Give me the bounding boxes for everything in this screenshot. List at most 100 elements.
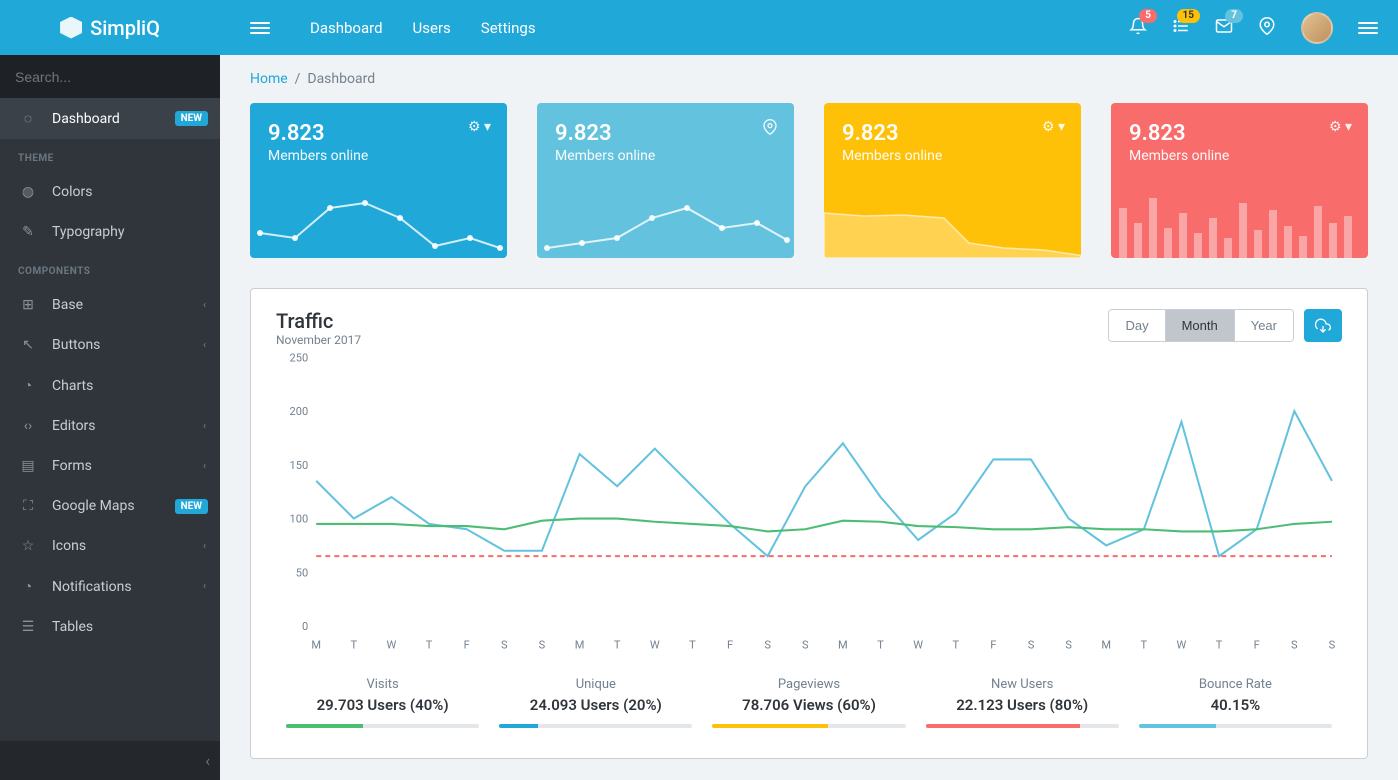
brand-icon	[60, 17, 82, 39]
range-toggle: Day Month Year	[1108, 309, 1294, 342]
range-year[interactable]: Year	[1235, 310, 1293, 341]
sidebar-item-label: Notifications	[52, 579, 132, 595]
mail-badge: 7	[1225, 9, 1243, 23]
gear-icon[interactable]: ⚙ ▾	[468, 119, 491, 135]
svg-text:100: 100	[290, 513, 309, 526]
sidebar-item-typography[interactable]: ✎ Typography	[0, 212, 220, 252]
bell-icon[interactable]: 5	[1129, 17, 1147, 39]
svg-text:M: M	[838, 639, 848, 652]
bell-icon: ◔	[18, 578, 38, 595]
range-day[interactable]: Day	[1109, 310, 1165, 341]
list-icon: ☰	[18, 619, 38, 635]
widget-value: 9.823	[555, 121, 776, 146]
widget-label: Members online	[1129, 148, 1350, 164]
sidebar-title-components: COMPONENTS	[0, 252, 220, 285]
svg-text:T: T	[1216, 639, 1223, 652]
mail-icon[interactable]: 7	[1215, 17, 1233, 39]
svg-text:S: S	[1065, 639, 1072, 652]
sidebar-title-theme: THEME	[0, 139, 220, 172]
svg-text:150: 150	[290, 459, 309, 472]
search-box[interactable]	[0, 55, 220, 98]
tasks-icon[interactable]: 15	[1172, 17, 1190, 39]
svg-text:T: T	[1141, 639, 1148, 652]
svg-text:F: F	[727, 639, 733, 652]
sidebar-item-forms[interactable]: ▤ Forms ‹	[0, 446, 220, 486]
download-button[interactable]	[1304, 309, 1342, 342]
svg-text:W: W	[1177, 639, 1187, 652]
sidebar-item-colors[interactable]: ◍ Colors	[0, 172, 220, 212]
sidebar-item-label: Google Maps	[52, 498, 135, 514]
cursor-icon: ↖	[18, 337, 38, 353]
svg-text:W: W	[650, 639, 660, 652]
sidebar-item-dashboard[interactable]: ◌ Dashboard NEW	[0, 98, 220, 139]
gear-icon[interactable]: ⚙ ▾	[1329, 119, 1352, 135]
chevron-left-icon: ‹	[203, 541, 206, 552]
svg-text:F: F	[990, 639, 996, 652]
svg-text:M: M	[1101, 639, 1111, 652]
svg-text:250: 250	[290, 351, 309, 364]
location-icon[interactable]	[762, 119, 778, 139]
search-input[interactable]	[15, 69, 205, 85]
traffic-card: Traffic November 2017 Day Month Year 050…	[250, 288, 1368, 759]
nav-users[interactable]: Users	[413, 19, 451, 37]
nav-settings[interactable]: Settings	[481, 19, 536, 37]
brand-logo[interactable]: SimpliQ	[0, 16, 220, 40]
sidebar-item-editors[interactable]: ‹› Editors ‹	[0, 406, 220, 446]
speedometer-icon: ◌	[18, 110, 38, 127]
location-icon[interactable]	[1258, 17, 1276, 39]
mini-area-chart	[824, 188, 1081, 258]
sidebar-item-tables[interactable]: ☰ Tables	[0, 607, 220, 647]
svg-text:50: 50	[296, 566, 308, 579]
sidebar-item-base[interactable]: ⊞ Base ‹	[0, 285, 220, 325]
svg-text:S: S	[802, 639, 809, 652]
stat-item: Unique 24.093 Users (20%)	[489, 677, 702, 738]
breadcrumb: Home / Dashboard	[220, 55, 1398, 103]
svg-text:M: M	[311, 639, 321, 652]
stat-item: Pageviews 78.706 Views (60%)	[702, 677, 915, 738]
sidebar-item-googlemaps[interactable]: ⛶ Google Maps NEW	[0, 486, 220, 526]
svg-text:S: S	[501, 639, 508, 652]
mini-line-chart	[537, 188, 794, 258]
stat-bar	[1139, 724, 1332, 728]
breadcrumb-current: Dashboard	[307, 71, 375, 87]
widget-value: 9.823	[842, 121, 1063, 146]
svg-text:S: S	[764, 639, 771, 652]
sidebar: ◌ Dashboard NEW THEME ◍ Colors ✎ Typogra…	[0, 55, 220, 780]
traffic-title: Traffic	[276, 309, 361, 333]
stat-value: 29.703 Users (40%)	[286, 696, 479, 714]
breadcrumb-home[interactable]: Home	[250, 71, 288, 87]
sidebar-toggle-icon[interactable]	[240, 22, 280, 34]
widget-value: 9.823	[268, 121, 489, 146]
chevron-left-icon: ‹	[203, 340, 206, 351]
range-month[interactable]: Month	[1166, 310, 1235, 341]
traffic-subtitle: November 2017	[276, 333, 361, 347]
nav-dashboard[interactable]: Dashboard	[310, 19, 383, 37]
widget-members-4: ⚙ ▾ 9.823 Members online	[1111, 103, 1368, 258]
stat-item: Bounce Rate 40.15%	[1129, 677, 1342, 738]
gear-icon[interactable]: ⚙ ▾	[1042, 119, 1065, 135]
sidebar-item-label: Typography	[52, 224, 124, 240]
stat-label: New Users	[926, 677, 1119, 692]
bell-badge: 5	[1139, 9, 1157, 23]
svg-text:S: S	[1329, 639, 1336, 652]
aside-toggle-icon[interactable]	[1358, 22, 1378, 34]
stat-bar	[286, 724, 479, 728]
sidebar-item-charts[interactable]: ◔ Charts	[0, 365, 220, 406]
sidebar-item-notifications[interactable]: ◔ Notifications ‹	[0, 566, 220, 607]
sidebar-item-label: Colors	[52, 184, 92, 200]
svg-text:T: T	[426, 639, 433, 652]
avatar[interactable]	[1301, 12, 1333, 44]
map-icon: ⛶	[18, 498, 38, 514]
stat-bar	[712, 724, 905, 728]
sidebar-item-icons[interactable]: ☆ Icons ‹	[0, 526, 220, 566]
widget-members-3: ⚙ ▾ 9.823 Members online	[824, 103, 1081, 258]
new-badge: NEW	[175, 499, 208, 514]
chevron-left-icon: ‹	[203, 461, 206, 472]
sidebar-item-buttons[interactable]: ↖ Buttons ‹	[0, 325, 220, 365]
sidebar-minimizer[interactable]: ‹	[0, 741, 220, 780]
svg-text:T: T	[351, 639, 358, 652]
svg-text:S: S	[1291, 639, 1298, 652]
note-icon: ▤	[18, 458, 38, 474]
chevron-left-icon: ‹	[205, 751, 210, 770]
svg-text:T: T	[614, 639, 621, 652]
